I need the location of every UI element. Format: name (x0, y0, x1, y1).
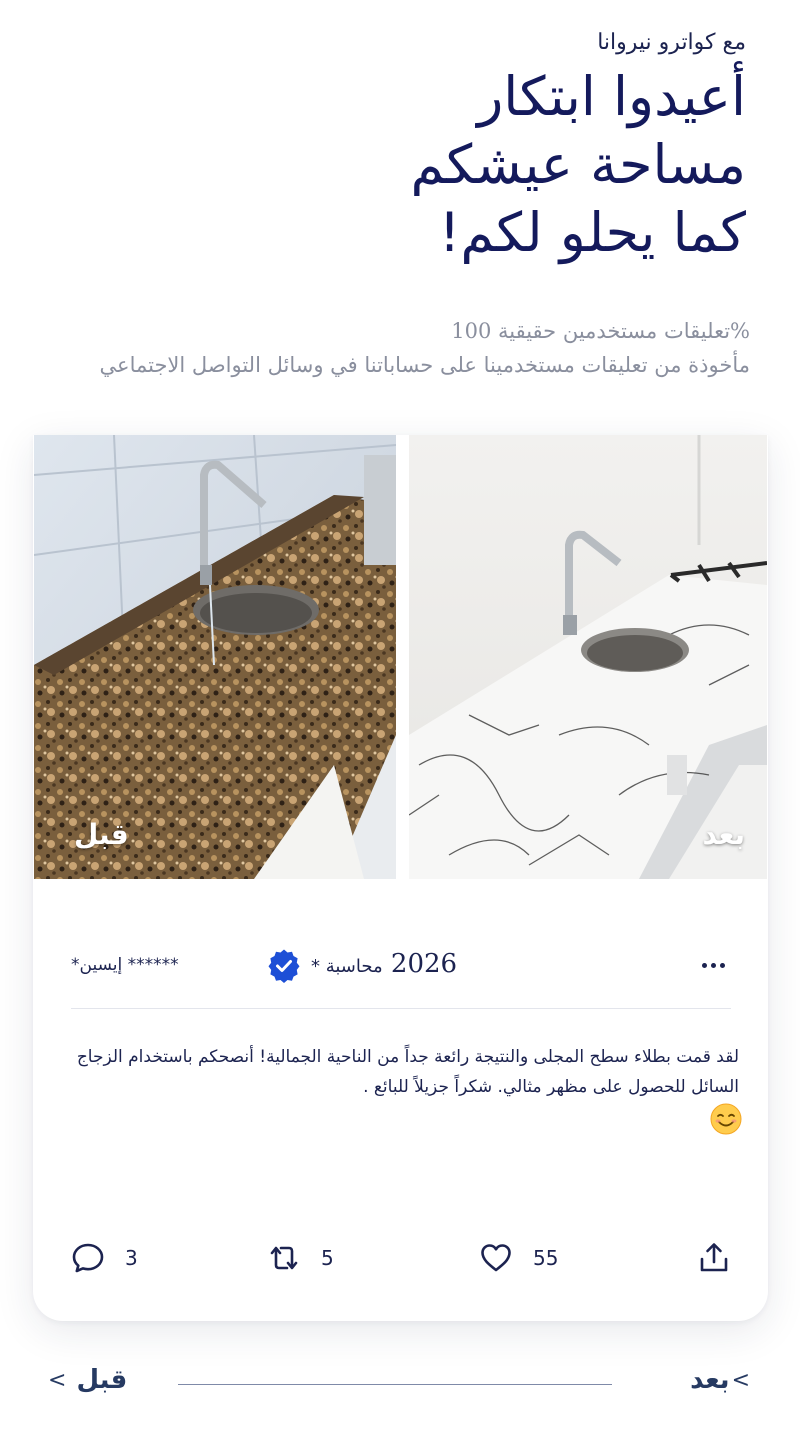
after-label: بعد (702, 818, 746, 851)
post-year: 2026 (390, 949, 458, 979)
headline-line-2: مساحة عيشكم (410, 133, 746, 196)
reviews-stat: %تعليقات مستخدمين حقيقية 100 (451, 319, 750, 343)
testimonial-pagination: < قبل بعد < (0, 1360, 800, 1410)
headline: أعيدوا ابتكار مساحة عيشكم كما يحلو لكم! (46, 63, 746, 267)
testimonial-card: قبل بعد ****** إيسين* 2026 محاسبة * لقد … (33, 435, 768, 1321)
divider (71, 1008, 731, 1009)
repost-count: 5 (321, 1246, 334, 1270)
after-photo: بعد (409, 435, 767, 879)
more-dot-icon (701, 962, 707, 968)
next-button[interactable]: بعد < (690, 1365, 750, 1395)
reviews-source: مأخوذة من تعليقات مستخدمينا على حساباتنا… (99, 353, 750, 377)
chevron-right-icon: < (731, 1367, 750, 1393)
post-date-role: 2026 محاسبة * (311, 949, 457, 979)
reply-button[interactable]: 3 (71, 1241, 138, 1275)
post-actions: 3 5 55 (71, 1235, 731, 1285)
prev-button[interactable]: < قبل (48, 1365, 127, 1395)
hero-section: مع كواترو نيروانا أعيدوا ابتكار مساحة عي… (46, 30, 746, 267)
share-upload-icon (700, 1243, 728, 1272)
headline-line-1: أعيدوا ابتكار (477, 65, 746, 128)
headline-line-3: كما يحلو لكم! (438, 201, 746, 264)
next-label: بعد (690, 1365, 730, 1395)
verified-badge-icon (268, 949, 300, 983)
before-label: قبل (74, 818, 129, 851)
like-button[interactable]: 55 (479, 1241, 558, 1275)
post-meta: ****** إيسين* 2026 محاسبة * (71, 945, 731, 985)
more-dot-icon (710, 962, 716, 968)
smiling-face-emoji-icon (710, 1103, 742, 1135)
prev-label: قبل (76, 1365, 128, 1395)
heart-icon (481, 1244, 511, 1272)
more-dot-icon (719, 962, 725, 968)
author-role: محاسبة * (311, 956, 383, 977)
pagination-line (178, 1384, 612, 1385)
chevron-left-icon: < (48, 1367, 67, 1393)
brand-tagline: مع كواترو نيروانا (597, 30, 746, 55)
reviews-subtitle: %تعليقات مستخدمين حقيقية 100 مأخوذة من ت… (30, 314, 750, 382)
repost-button[interactable]: 5 (267, 1241, 334, 1275)
before-photo: قبل (34, 435, 396, 879)
like-count: 55 (533, 1246, 559, 1270)
reply-count: 3 (125, 1246, 138, 1270)
more-options-button[interactable] (695, 953, 731, 977)
post-body: لقد قمت بطلاء سطح المجلى والنتيجة رائعة … (76, 1047, 739, 1097)
share-button[interactable] (697, 1241, 731, 1275)
author-name[interactable]: ****** إيسين* (71, 955, 179, 975)
repost-icon (270, 1246, 298, 1270)
after-countertop-image (409, 435, 767, 879)
before-countertop-image (34, 435, 396, 879)
reply-bubble-icon (72, 1243, 104, 1273)
